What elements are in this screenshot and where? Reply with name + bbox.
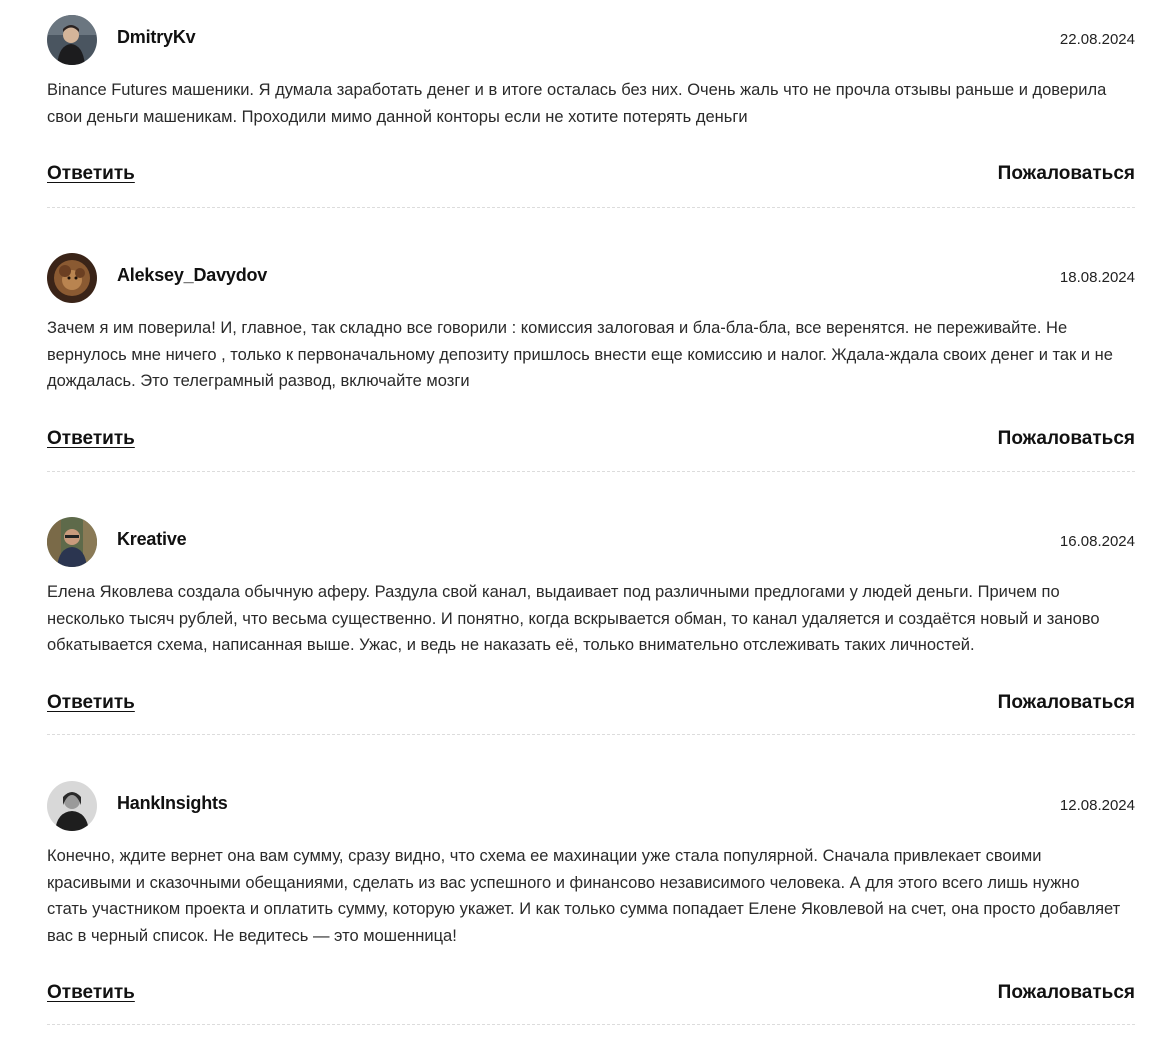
reply-link[interactable]: Ответить	[47, 692, 135, 714]
avatar[interactable]	[47, 253, 97, 303]
comment-item: HankInsights 12.08.2024 Конечно, ждите в…	[47, 781, 1135, 1025]
comment-actions: Ответить Пожаловаться	[47, 982, 1135, 1008]
reply-link[interactable]: Ответить	[47, 163, 135, 185]
report-button[interactable]: Пожаловаться	[998, 163, 1135, 185]
comment-actions: Ответить Пожаловаться	[47, 163, 1135, 189]
report-button[interactable]: Пожаловаться	[998, 428, 1135, 450]
comment-date: 22.08.2024	[1059, 31, 1135, 48]
report-button[interactable]: Пожаловаться	[998, 692, 1135, 714]
comment-author[interactable]: Kreative	[117, 529, 187, 550]
comment-text: Конечно, ждите вернет она вам сумму, сра…	[47, 847, 1121, 945]
comment-header: Kreative 16.08.2024	[47, 517, 1135, 569]
comment-text: Binance Futures машеники. Я думала зараб…	[47, 81, 1107, 126]
reply-link[interactable]: Ответить	[47, 428, 135, 450]
comment-actions: Ответить Пожаловаться	[47, 428, 1135, 454]
comment-date: 16.08.2024	[1059, 533, 1135, 550]
reply-link[interactable]: Ответить	[47, 982, 135, 1004]
comment-author[interactable]: Aleksey_Davydov	[117, 265, 267, 286]
comment-date: 18.08.2024	[1059, 269, 1135, 286]
comment-date: 12.08.2024	[1059, 797, 1135, 814]
comment-header: HankInsights 12.08.2024	[47, 781, 1135, 833]
comment-item: Aleksey_Davydov 18.08.2024 Зачем я им по…	[47, 253, 1135, 472]
comment-author[interactable]: DmitryKv	[117, 27, 196, 48]
comment-author[interactable]: HankInsights	[117, 793, 228, 814]
comment-text: Зачем я им поверила! И, главное, так скл…	[47, 319, 1113, 390]
comment-header: DmitryKv 22.08.2024	[47, 15, 1135, 67]
report-button[interactable]: Пожаловаться	[998, 982, 1135, 1004]
comment-header: Aleksey_Davydov 18.08.2024	[47, 253, 1135, 305]
avatar[interactable]	[47, 15, 97, 65]
avatar[interactable]	[47, 781, 97, 831]
comment-actions: Ответить Пожаловаться	[47, 692, 1135, 718]
comment-item: DmitryKv 22.08.2024 Binance Futures маше…	[47, 15, 1135, 208]
comment-text: Елена Яковлева создала обычную аферу. Ра…	[47, 583, 1100, 654]
avatar[interactable]	[47, 517, 97, 567]
comment-item: Kreative 16.08.2024 Елена Яковлева созда…	[47, 517, 1135, 735]
